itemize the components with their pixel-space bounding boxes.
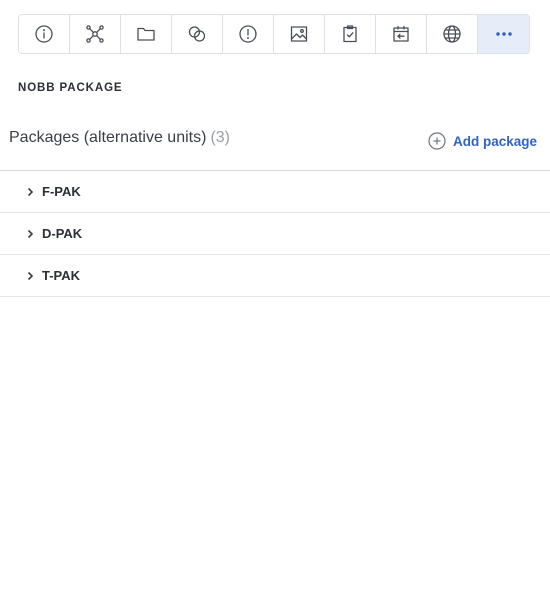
chevron-right-icon [27,187,34,196]
tab-relations[interactable] [172,15,223,53]
tab-images[interactable] [274,15,325,53]
package-name: F-PAK [42,184,81,199]
calendar-import-icon [393,25,409,42]
packages-heading-label: Packages (alternative units) [9,129,207,146]
packages-list: F-PAK D-PAK T-PAK [0,171,550,297]
folder-icon [137,27,155,41]
link-circles-icon [188,26,206,42]
packages-heading: Packages (alternative units) (3) [9,129,230,147]
tab-toolbar [18,14,530,54]
package-name: D-PAK [42,226,83,241]
add-package-label: Add package [452,133,537,149]
tab-info[interactable] [19,15,70,53]
tab-warnings[interactable] [223,15,274,53]
tab-calendar[interactable] [376,15,427,53]
tab-documents[interactable] [121,15,172,53]
package-row-t-pak[interactable]: T-PAK [0,255,550,297]
image-icon [290,26,308,42]
tab-web[interactable] [427,15,478,53]
globe-icon [443,25,461,43]
alert-icon [239,25,257,43]
packages-header: Packages (alternative units) (3) Add pack… [0,118,550,171]
add-package-button[interactable]: Add package [428,132,537,150]
info-icon [35,25,53,43]
package-row-d-pak[interactable]: D-PAK [0,213,550,255]
tab-structure[interactable] [70,15,121,53]
chevron-right-icon [27,271,34,280]
network-icon [86,25,104,43]
section-title: NOBB PACKAGE [18,82,123,94]
chevron-right-icon [27,229,34,238]
clipboard-check-icon [343,25,357,43]
tab-more[interactable] [478,15,529,53]
tab-checklist[interactable] [325,15,376,53]
packages-count: (3) [210,129,230,146]
plus-circle-icon [428,132,446,150]
more-icon [495,32,512,36]
package-row-f-pak[interactable]: F-PAK [0,171,550,213]
package-name: T-PAK [42,268,81,283]
